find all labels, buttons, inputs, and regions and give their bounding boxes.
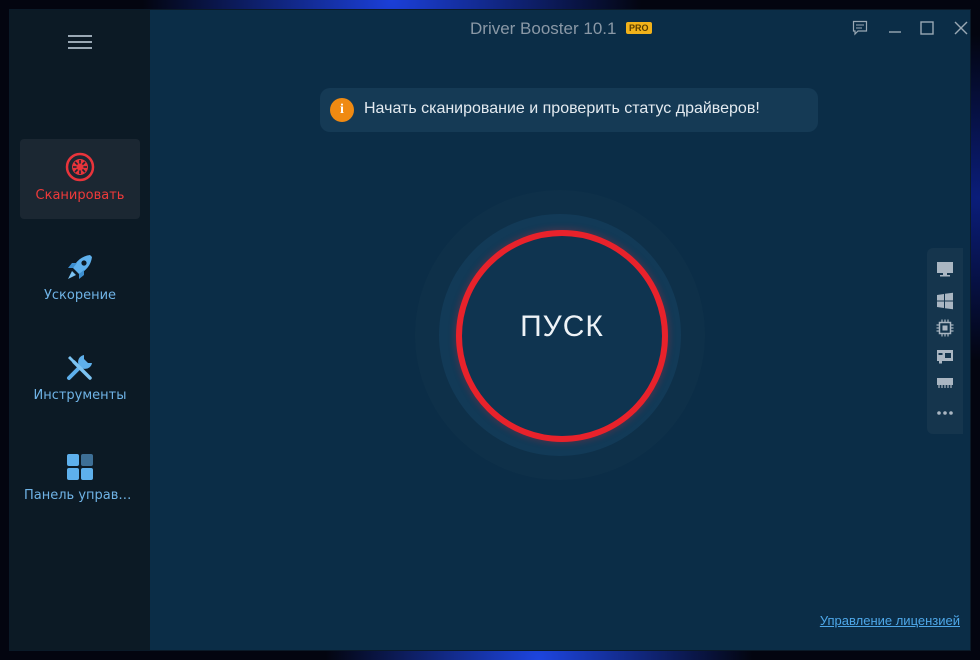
maximize-icon[interactable] [919, 20, 935, 36]
sidebar: Сканировать Ускорение Инструменты Панель… [10, 10, 150, 650]
license-management-link[interactable]: Управление лицензией [820, 613, 960, 628]
sidebar-item-label: Панель управлен... [24, 488, 140, 503]
sidebar-item-label: Инструменты [33, 388, 127, 403]
app-window: Сканировать Ускорение Инструменты Панель… [10, 10, 970, 650]
start-button-label: ПУСК [520, 310, 604, 343]
feedback-icon[interactable] [852, 20, 868, 36]
app-title: Driver Booster 10.1 [470, 19, 617, 38]
more-icon[interactable] [936, 404, 954, 422]
memory-icon[interactable] [936, 373, 954, 391]
hamburger-menu-icon[interactable] [68, 35, 92, 49]
tip-banner: i Начать сканирование и проверить статус… [320, 88, 818, 132]
cpu-icon[interactable] [936, 319, 954, 337]
sidebar-item-scan[interactable]: Сканировать [20, 139, 140, 219]
pro-badge: PRO [626, 22, 652, 34]
windows-icon[interactable] [936, 292, 954, 310]
rocket-icon [68, 255, 92, 279]
app-version: .1 [602, 19, 617, 38]
info-icon: i [330, 98, 354, 122]
tip-text: Начать сканирование и проверить статус д… [364, 100, 760, 117]
monitor-icon[interactable] [936, 260, 954, 278]
sidebar-item-boost[interactable]: Ускорение [20, 239, 140, 319]
hardware-quickbar [927, 248, 963, 434]
dashboard-icon [67, 454, 93, 480]
tools-icon [67, 355, 92, 380]
main-panel: Driver Booster 10.1 PRO i Начать сканиро… [150, 10, 970, 650]
start-scan-button[interactable]: ПУСК [456, 230, 668, 442]
scan-icon [65, 152, 95, 182]
sidebar-item-dashboard[interactable]: Панель управлен... [20, 439, 140, 519]
sidebar-item-label: Сканировать [35, 188, 125, 203]
sidebar-item-label: Ускорение [43, 288, 117, 303]
network-card-icon[interactable] [936, 347, 954, 365]
minimize-icon[interactable] [887, 20, 903, 36]
close-icon[interactable] [953, 20, 969, 36]
sidebar-item-tools[interactable]: Инструменты [20, 339, 140, 419]
